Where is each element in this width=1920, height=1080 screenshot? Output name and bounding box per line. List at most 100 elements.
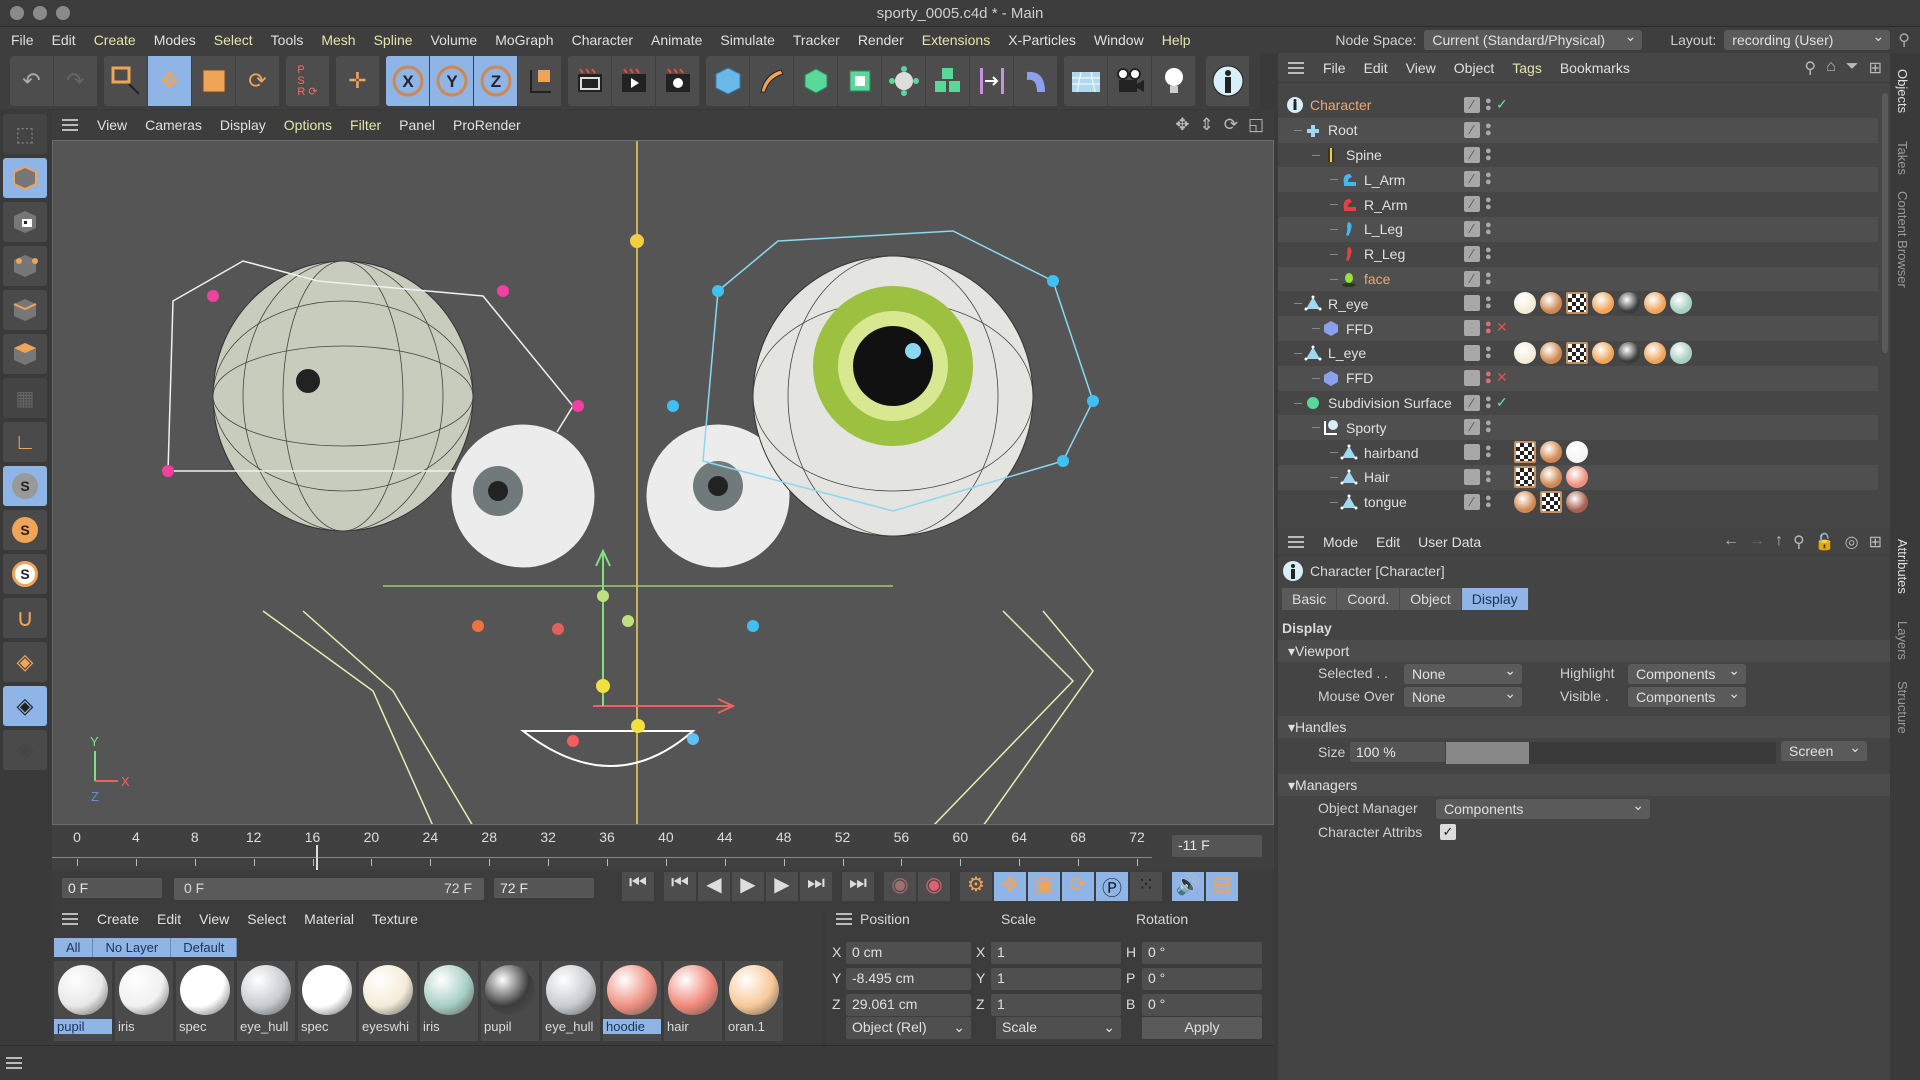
viewport-menu-cameras[interactable]: Cameras — [136, 117, 211, 133]
menu-spline[interactable]: Spline — [365, 32, 422, 48]
menu-edit[interactable]: Edit — [43, 32, 85, 48]
visibility-toggle[interactable] — [1464, 320, 1480, 337]
back-arrow-icon[interactable]: ← — [1723, 532, 1739, 552]
visibility-toggle[interactable] — [1464, 369, 1480, 386]
enabled-check-icon[interactable]: ✓ — [1496, 96, 1508, 113]
snap-settings-button[interactable]: S — [3, 510, 47, 550]
object-name[interactable]: Spine — [1346, 147, 1382, 163]
menu-tools[interactable]: Tools — [262, 32, 313, 48]
uvw-tag-icon[interactable] — [1566, 342, 1588, 364]
object-row[interactable]: L_eye ● ● — [1278, 341, 1878, 366]
object-row[interactable]: Hair ● ● — [1278, 465, 1878, 490]
tab-coord[interactable]: Coord. — [1337, 588, 1401, 610]
snap-button[interactable]: S — [3, 466, 47, 506]
menu-animate[interactable]: Animate — [642, 32, 711, 48]
object-row[interactable]: Character ⁄ ● ● ✓ — [1278, 93, 1878, 118]
coordinate-system-button[interactable]: ✛ — [336, 56, 380, 106]
menu-mesh[interactable]: Mesh — [312, 32, 364, 48]
object-name[interactable]: L_Leg — [1364, 221, 1403, 237]
tab-basic[interactable]: Basic — [1282, 588, 1338, 610]
layer-dots-icon[interactable]: ● ● — [1485, 145, 1492, 163]
dolly-icon[interactable]: ⇕ — [1199, 115, 1213, 135]
move-tool-button[interactable]: ✥ — [148, 56, 192, 106]
menu-simulate[interactable]: Simulate — [711, 32, 783, 48]
layer-dots-icon[interactable]: ● ● — [1485, 443, 1492, 461]
viewport-menu-view[interactable]: View — [88, 117, 136, 133]
tab-display[interactable]: Display — [1461, 588, 1529, 610]
workplane-snap-button[interactable]: S — [3, 554, 47, 594]
object-menu-tags[interactable]: Tags — [1503, 60, 1551, 76]
undo-button[interactable]: ↶ — [10, 56, 54, 106]
object-name[interactable]: face — [1364, 271, 1390, 287]
layer-dots-icon[interactable]: ● ● — [1485, 319, 1492, 337]
object-name[interactable]: R_Leg — [1364, 246, 1405, 262]
material-swatch[interactable]: eyeswhi — [359, 961, 417, 1041]
forward-arrow-icon[interactable]: → — [1749, 532, 1765, 552]
menu-modes[interactable]: Modes — [145, 32, 205, 48]
object-name[interactable]: hairband — [1364, 445, 1419, 461]
polygons-mode-button[interactable] — [3, 334, 47, 374]
object-menu-view[interactable]: View — [1397, 60, 1445, 76]
material-tag[interactable] — [1592, 342, 1614, 364]
end-frame-field[interactable]: 72 F — [494, 878, 594, 898]
material-tag[interactable] — [1670, 292, 1692, 315]
attribute-menu-icon[interactable] — [1288, 535, 1304, 548]
material-tag[interactable] — [1514, 490, 1536, 513]
visibility-toggle[interactable] — [1464, 345, 1480, 361]
search-icon[interactable]: ⚲ — [1804, 58, 1816, 78]
size-field[interactable]: 100 % — [1350, 742, 1445, 762]
key-position-button[interactable]: ✥ — [994, 872, 1026, 901]
visibility-toggle[interactable] — [1464, 295, 1480, 312]
prev-key-button[interactable]: ⏮ — [664, 872, 696, 901]
object-name[interactable]: Subdivision Surface — [1328, 395, 1452, 411]
highlight-dropdown[interactable]: Components — [1628, 662, 1746, 684]
object-row[interactable]: L_Arm ⁄ ● ● — [1278, 167, 1878, 193]
search-icon[interactable]: ⚲ — [1793, 532, 1805, 552]
uvw-tag-icon[interactable] — [1514, 466, 1536, 488]
rotation-p-field[interactable]: 0 ° — [1142, 968, 1262, 990]
material-swatch[interactable]: eye_hull — [542, 961, 600, 1041]
visibility-toggle[interactable]: ⁄ — [1464, 121, 1480, 138]
render-picture-viewer-button[interactable] — [612, 56, 656, 106]
material-tag[interactable] — [1592, 292, 1614, 315]
object-row[interactable]: FFD ● ● ✕ — [1278, 365, 1878, 391]
character-object-button[interactable] — [1206, 56, 1250, 106]
material-swatch[interactable]: oran.1 — [725, 961, 783, 1041]
camera-button[interactable] — [1108, 56, 1152, 106]
next-frame-button[interactable]: ▶ — [766, 872, 798, 901]
floor-button[interactable] — [1064, 56, 1108, 106]
object-name[interactable]: tongue — [1364, 494, 1407, 510]
side-tab-takes[interactable]: Takes — [1895, 133, 1910, 183]
object-row[interactable]: L_Leg ⁄ ● ● — [1278, 217, 1878, 242]
world-coordinates-button[interactable] — [518, 56, 562, 106]
viewport-menu-options[interactable]: Options — [275, 117, 341, 133]
menu-x-particles[interactable]: X-Particles — [999, 32, 1085, 48]
layer-dots-icon[interactable]: ● ● — [1485, 170, 1492, 188]
pan-icon[interactable]: ✥ — [1175, 115, 1189, 135]
layer-dots-icon[interactable]: ● ● — [1485, 468, 1492, 486]
material-tag[interactable] — [1670, 342, 1692, 364]
planar-workplane-button[interactable]: ◈ — [3, 730, 47, 770]
mouse-over-dropdown[interactable]: None — [1404, 685, 1522, 707]
position-x-field[interactable]: 0 cm — [846, 942, 971, 964]
pen-button[interactable] — [750, 56, 794, 106]
size-slider[interactable] — [1446, 742, 1776, 764]
position-z-field[interactable]: 29.061 cm — [846, 994, 971, 1016]
object-scrollbar[interactable] — [1882, 93, 1888, 353]
search-icon[interactable]: ⚲ — [1898, 30, 1910, 50]
y-axis-lock-button[interactable]: Y — [430, 56, 474, 106]
material-swatch[interactable]: pupil — [481, 961, 539, 1041]
layer-dots-icon[interactable]: ● ● — [1485, 220, 1492, 238]
material-swatch[interactable]: iris — [420, 961, 478, 1041]
object-row[interactable]: tongue ⁄ ● ● — [1278, 490, 1878, 515]
menu-select[interactable]: Select — [205, 32, 262, 48]
side-tab-layers[interactable]: Layers — [1895, 613, 1910, 668]
up-arrow-icon[interactable]: ↑ — [1775, 532, 1783, 552]
material-tag[interactable] — [1540, 342, 1562, 364]
rotation-h-field[interactable]: 0 ° — [1142, 942, 1262, 964]
symmetry-button[interactable] — [970, 56, 1014, 106]
attribute-menu-mode[interactable]: Mode — [1314, 534, 1367, 550]
viewport-menu-panel[interactable]: Panel — [390, 117, 444, 133]
object-name[interactable]: Hair — [1364, 469, 1390, 485]
x-axis-lock-button[interactable]: X — [386, 56, 430, 106]
